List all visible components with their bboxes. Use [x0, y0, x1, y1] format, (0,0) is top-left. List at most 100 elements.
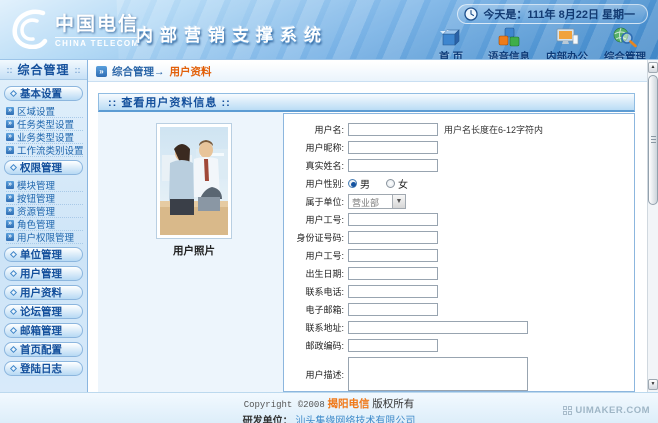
diamond-icon	[10, 346, 17, 353]
text-input[interactable]	[348, 267, 438, 280]
arrow-bullet-icon: »	[6, 120, 14, 128]
nav-home[interactable]: 首 页	[422, 26, 480, 60]
sidebar-group-button[interactable]: 用户资料	[4, 285, 83, 300]
radio-circle-icon[interactable]	[386, 179, 395, 188]
clock-icon	[464, 7, 478, 21]
text-input[interactable]	[348, 123, 438, 136]
form-row: 联系地址:	[284, 318, 634, 336]
scrollbar-thumb[interactable]	[648, 75, 658, 205]
text-input[interactable]	[348, 141, 438, 154]
nav-office[interactable]: 内部办公	[538, 26, 596, 60]
text-input[interactable]	[348, 159, 438, 172]
text-input[interactable]	[348, 303, 438, 316]
field-label: 用户工号:	[284, 213, 344, 226]
text-input[interactable]	[348, 339, 438, 352]
user-photo-image	[160, 127, 228, 235]
form-row: 用户工号:	[284, 210, 634, 228]
field-label: 出生日期:	[284, 267, 344, 280]
sidebar: :: 综合管理 :: 基本设置 » 区域设置 » 任务类型设置 » 业务类型设置…	[0, 60, 88, 392]
sidebar-group-button[interactable]: 首页配置	[4, 342, 83, 357]
sidebar-title-deco-right: ::	[75, 65, 81, 75]
sidebar-group-button[interactable]: 论坛管理	[4, 304, 83, 319]
top-nav-label: 首 页	[439, 49, 463, 60]
sidebar-group-label: 单位管理	[20, 247, 62, 262]
sidebar-group-button[interactable]: 邮箱管理	[4, 323, 83, 338]
office-computer-icon	[554, 26, 580, 48]
arrow-bullet-icon: »	[6, 133, 14, 141]
admin-search-globe-icon	[612, 26, 638, 48]
text-input[interactable]	[348, 231, 438, 244]
scroll-down-button[interactable]: ▼	[648, 379, 658, 390]
brand-name-en: CHINA TELECOM	[55, 37, 140, 48]
unit-select[interactable]: 营业部 ▼	[348, 194, 406, 209]
diamond-icon	[10, 289, 17, 296]
field-label: 联系地址:	[284, 321, 344, 334]
sidebar-group-button[interactable]: 基本设置	[4, 86, 83, 101]
nav-admin[interactable]: 综合管理	[596, 26, 654, 60]
form-row: 身份证号码:	[284, 228, 634, 246]
field-label: 电子邮箱:	[284, 303, 344, 316]
text-input[interactable]	[348, 213, 438, 226]
header: 中国电信 CHINA TELECOM 内部营销支撑系统 今天是：111年 8月2…	[0, 0, 658, 60]
sidebar-menu-item[interactable]: » 用户权限管理	[6, 231, 83, 244]
radio-option[interactable]: 男	[348, 176, 370, 191]
sidebar-item-label: 模块管理	[17, 178, 55, 192]
sidebar-group-button[interactable]: 权限管理	[4, 160, 83, 175]
scroll-up-button[interactable]: ▲	[648, 62, 658, 73]
copyright-suffix: 版权所有	[372, 398, 414, 410]
home-icon	[438, 26, 464, 48]
breadcrumb-path[interactable]: 综合管理→	[112, 64, 165, 79]
vertical-scrollbar[interactable]: ▲ ▼	[647, 60, 658, 392]
form-row: 真实姓名:	[284, 156, 634, 174]
main-content: » 综合管理→ 用户资料 :: 查看用户资料信息 ::	[88, 60, 647, 392]
sidebar-item-label: 工作流类别设置	[17, 143, 84, 157]
description-textarea[interactable]	[348, 357, 528, 391]
diamond-icon	[10, 270, 17, 277]
top-nav-label: 内部办公	[546, 49, 588, 60]
field-label: 真实姓名:	[284, 159, 344, 172]
diamond-icon	[10, 365, 17, 372]
form-row: 邮政编码:	[284, 336, 634, 354]
sidebar-group-button[interactable]: 单位管理	[4, 247, 83, 262]
form-row: 用户描述:	[284, 354, 634, 392]
diamond-icon	[10, 164, 17, 171]
diamond-icon	[10, 327, 17, 334]
developer-line: 研发单位： 汕头集缘网络技术有限公司	[0, 412, 658, 423]
sidebar-item-label: 按钮管理	[17, 191, 55, 205]
field-label: 邮政编码:	[284, 339, 344, 352]
sidebar-title: :: 综合管理 ::	[0, 60, 87, 80]
user-profile-form: 用户名: 用户名长度在6-12字符内 用户昵称: 真实姓名: 用户性别: 男女 …	[283, 113, 635, 392]
top-nav-label: 综合管理	[604, 49, 646, 60]
date-bar: 今天是：111年 8月22日 星期一	[457, 4, 648, 24]
radio-circle-icon[interactable]	[348, 179, 357, 188]
photo-caption: 用户照片	[156, 243, 232, 258]
nav-voice[interactable]: 语音信息	[480, 26, 538, 60]
radio-option[interactable]: 女	[386, 176, 408, 191]
arrow-bullet-icon: »	[6, 194, 14, 202]
sidebar-group-button[interactable]: 用户管理	[4, 266, 83, 281]
diamond-icon	[10, 251, 17, 258]
copyright-line: Copyright ©2008 揭阳电信 版权所有	[0, 396, 658, 411]
sidebar-menu-item[interactable]: » 工作流类别设置	[6, 144, 83, 157]
radio-label: 女	[398, 176, 408, 191]
form-row: 用户性别: 男女	[284, 174, 634, 192]
chevron-down-icon[interactable]: ▼	[392, 195, 405, 208]
field-label: 用户工号:	[284, 249, 344, 262]
system-title: 内部营销支撑系统	[136, 21, 328, 46]
field-label: 属于单位:	[284, 195, 344, 208]
field-label: 用户描述:	[284, 368, 344, 381]
text-input[interactable]	[348, 285, 438, 298]
sidebar-group-label: 登陆日志	[20, 361, 62, 376]
form-row: 用户工号:	[284, 246, 634, 264]
sidebar-item-label: 资源管理	[17, 204, 55, 218]
breadcrumb-icon: »	[96, 66, 107, 77]
select-value: 营业部	[349, 195, 392, 208]
text-input[interactable]	[348, 249, 438, 262]
diamond-icon	[10, 308, 17, 315]
sidebar-item-label: 区域设置	[17, 104, 55, 118]
field-label: 用户名:	[284, 123, 344, 136]
sidebar-group-button[interactable]: 登陆日志	[4, 361, 83, 376]
sidebar-group-label: 用户资料	[20, 285, 62, 300]
text-input[interactable]	[348, 321, 528, 334]
radio-label: 男	[360, 176, 370, 191]
